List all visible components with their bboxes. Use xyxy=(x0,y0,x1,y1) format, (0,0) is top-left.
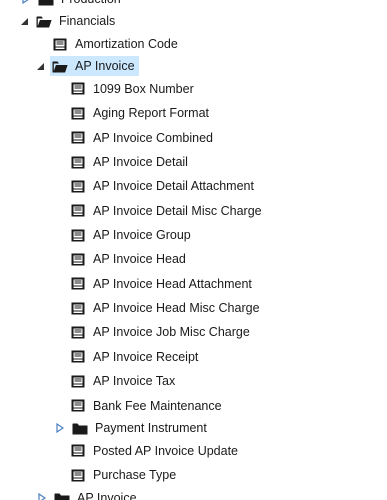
tree-node-label: AP Invoice Detail Attachment xyxy=(93,179,254,193)
tree-node-label: AP Invoice Group xyxy=(93,228,191,242)
folder-icon xyxy=(38,0,54,6)
report-icon xyxy=(70,204,86,218)
tree-node-production[interactable]: Production xyxy=(0,0,387,10)
report-icon xyxy=(70,106,86,120)
collapse-arrow-icon[interactable] xyxy=(18,15,30,27)
tree-node-label: Posted AP Invoice Update xyxy=(93,443,239,458)
tree-node-ap-invoice-2[interactable]: AP Invoice xyxy=(0,487,387,500)
tree-node-ap-invoice-detail-misc-charge[interactable]: AP Invoice Detail Misc Charge xyxy=(0,200,387,222)
tree-node-label: Financials xyxy=(59,14,116,28)
tree-node-label: Amortization Code xyxy=(75,37,178,51)
tree-node-label: AP Invoice Tax xyxy=(93,374,176,388)
report-icon xyxy=(70,252,86,266)
report-icon xyxy=(70,228,86,242)
tree-node-label: Bank Fee Maintenance xyxy=(93,398,222,413)
tree-node-aging-report-format[interactable]: Aging Report Format xyxy=(0,102,387,124)
report-icon xyxy=(70,350,86,364)
folder-icon xyxy=(72,421,88,435)
tree-node-label: Payment Instrument xyxy=(95,421,207,435)
report-icon xyxy=(70,301,86,315)
report-icon xyxy=(70,325,86,339)
tree-node-financials[interactable]: Financials xyxy=(0,10,387,32)
report-icon xyxy=(70,444,86,458)
tree-node-label: AP Invoice Head xyxy=(93,252,186,266)
tree-node-ap-invoice-head-misc-charge[interactable]: AP Invoice Head Misc Charge xyxy=(0,297,387,319)
expand-arrow-icon[interactable] xyxy=(54,422,66,434)
report-icon xyxy=(70,277,86,291)
tree-node-posted-ap-invoice-update[interactable]: Posted AP Invoice Update xyxy=(0,440,387,462)
tree-node-label: AP Invoice xyxy=(75,59,135,73)
tree-node-label: Aging Report Format xyxy=(93,106,210,120)
tree-node-ap-invoice-receipt[interactable]: AP Invoice Receipt xyxy=(0,346,387,368)
folder-open-icon xyxy=(36,14,52,28)
tree-node-1099-box-number[interactable]: 1099 Box Number xyxy=(0,78,387,100)
tree-node-ap-invoice-tax[interactable]: AP Invoice Tax xyxy=(0,370,387,392)
report-icon xyxy=(70,399,86,413)
tree-node-ap-invoice[interactable]: AP Invoice xyxy=(0,55,387,77)
report-icon xyxy=(52,37,68,51)
tree-node-label: AP Invoice xyxy=(77,491,137,500)
report-icon xyxy=(70,155,86,169)
report-icon xyxy=(70,82,86,96)
report-icon xyxy=(70,131,86,145)
collapse-arrow-icon[interactable] xyxy=(34,60,46,72)
tree-node-ap-invoice-head-attachment[interactable]: AP Invoice Head Attachment xyxy=(0,273,387,295)
tree-node-label: AP Invoice Detail Misc Charge xyxy=(93,203,262,218)
expand-arrow-icon[interactable] xyxy=(36,492,48,500)
expand-arrow-icon[interactable] xyxy=(20,0,32,5)
folder-open-icon xyxy=(52,59,68,73)
folder-icon xyxy=(54,491,70,500)
tree-node-label: AP Invoice Detail xyxy=(93,155,188,169)
tree-node-label: Purchase Type xyxy=(93,468,177,482)
tree-node-ap-invoice-head[interactable]: AP Invoice Head xyxy=(0,248,387,270)
tree-node-payment-instrument[interactable]: Payment Instrument xyxy=(0,417,387,439)
selection-highlight: AP Invoice xyxy=(50,56,139,76)
tree-node-amortization-code[interactable]: Amortization Code xyxy=(0,33,387,55)
tree-node-ap-invoice-detail-attachment[interactable]: AP Invoice Detail Attachment xyxy=(0,175,387,197)
tree-node-label: AP Invoice Head Attachment xyxy=(93,276,252,291)
tree-node-ap-invoice-job-misc-charge[interactable]: AP Invoice Job Misc Charge xyxy=(0,321,387,343)
tree-node-label: AP Invoice Job Misc Charge xyxy=(93,325,250,339)
report-icon xyxy=(70,374,86,388)
tree-node-label: Production xyxy=(61,0,121,9)
tree-node-label: AP Invoice Receipt xyxy=(93,349,199,364)
tree-node-ap-invoice-combined[interactable]: AP Invoice Combined xyxy=(0,127,387,149)
report-icon xyxy=(70,468,86,482)
tree-node-ap-invoice-group[interactable]: AP Invoice Group xyxy=(0,224,387,246)
tree-node-bank-fee-maintenance[interactable]: Bank Fee Maintenance xyxy=(0,395,387,417)
report-icon xyxy=(70,179,86,193)
tree-node-purchase-type[interactable]: Purchase Type xyxy=(0,464,387,486)
tree-node-label: AP Invoice Combined xyxy=(93,130,213,145)
tree-node-ap-invoice-detail[interactable]: AP Invoice Detail xyxy=(0,151,387,173)
tree-node-label: AP Invoice Head Misc Charge xyxy=(93,301,260,315)
tree-node-label: 1099 Box Number xyxy=(93,81,194,96)
